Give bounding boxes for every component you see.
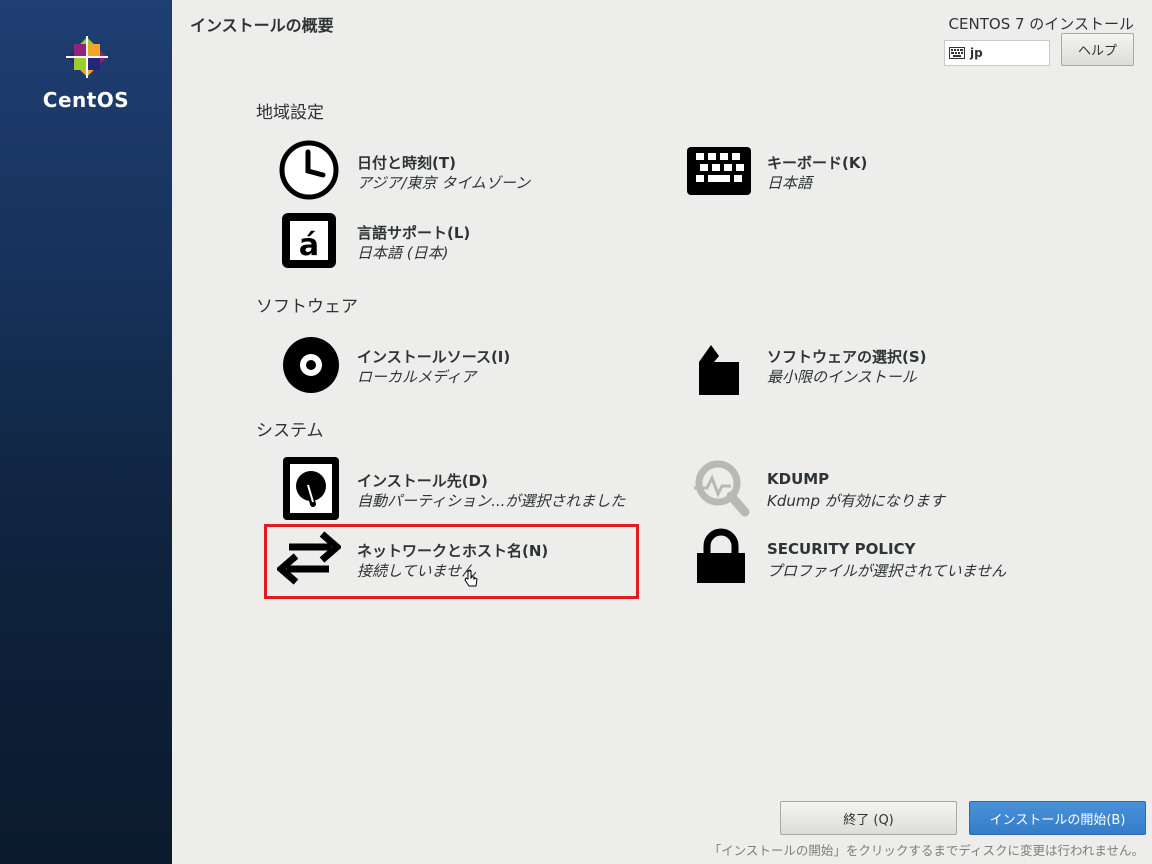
sidebar: CentOS [0, 0, 172, 864]
spoke-install-destination-title: インストール先(D) [357, 472, 488, 490]
kdump-search-icon [687, 456, 751, 520]
quit-button[interactable]: 終了 (Q) [780, 801, 957, 835]
spoke-install-source-title: インストールソース(I) [357, 348, 511, 366]
spoke-software-selection[interactable]: ソフトウェアの選択(S) 最小限のインストール [687, 332, 1047, 396]
spoke-language[interactable]: á 言語サポート(L) 日本語 (日本) [277, 208, 637, 272]
begin-installation-button[interactable]: インストールの開始(B) [969, 801, 1146, 835]
section-title-system: システム [256, 421, 324, 441]
logo-text: CentOS [42, 88, 130, 112]
spoke-keyboard-title: キーボード(K) [767, 154, 868, 172]
product-title: CENTOS 7 のインストール [948, 15, 1134, 33]
spoke-kdump-status: Kdump が有効になります [767, 492, 945, 510]
spoke-security-policy-status: プロファイルが選択されていません [767, 562, 1007, 580]
spoke-datetime-status: アジア/東京 タイムゾーン [357, 174, 531, 192]
spoke-language-title: 言語サポート(L) [357, 224, 471, 242]
spoke-software-selection-title: ソフトウェアの選択(S) [767, 348, 927, 366]
spoke-install-destination[interactable]: インストール先(D) 自動パーティション...が選択されました [277, 456, 637, 520]
spoke-kdump-title: KDUMP [767, 470, 830, 488]
package-icon [687, 332, 751, 396]
spoke-keyboard-status: 日本語 [767, 174, 813, 192]
spoke-install-destination-status: 自動パーティション...が選択されました [357, 492, 626, 510]
spoke-keyboard[interactable]: キーボード(K) 日本語 [687, 138, 1047, 202]
footer-note: 「インストールの開始」をクリックするまでディスクに変更は行われません。 [708, 843, 1144, 858]
keyboard-small-icon [949, 47, 965, 59]
clock-icon [277, 138, 341, 202]
centos-logo-icon [62, 32, 112, 82]
spoke-install-source[interactable]: インストールソース(I) ローカルメディア [277, 332, 637, 396]
spoke-datetime[interactable]: 日付と時刻(T) アジア/東京 タイムゾーン [277, 138, 637, 202]
spoke-software-selection-status: 最小限のインストール [767, 368, 917, 386]
svg-text:á: á [299, 228, 319, 263]
disc-icon [277, 332, 341, 396]
spoke-install-source-status: ローカルメディア [357, 368, 476, 386]
main-panel: インストールの概要 CENTOS 7 のインストール jp ヘルプ 地域設定 日… [172, 0, 1152, 864]
section-title-localization: 地域設定 [256, 103, 324, 123]
spoke-security-policy[interactable]: SECURITY POLICY プロファイルが選択されていません [687, 526, 1047, 590]
spoke-datetime-title: 日付と時刻(T) [357, 154, 456, 172]
spoke-kdump[interactable]: KDUMP Kdump が有効になります [687, 456, 1047, 520]
keyboard-layout-label: jp [970, 46, 983, 60]
lock-icon [687, 526, 751, 590]
section-title-software: ソフトウェア [256, 297, 358, 317]
help-button[interactable]: ヘルプ [1061, 33, 1134, 66]
keyboard-layout-indicator[interactable]: jp [944, 40, 1050, 66]
language-icon: á [277, 208, 341, 272]
spoke-security-policy-title: SECURITY POLICY [767, 540, 916, 558]
page-title: インストールの概要 [190, 16, 334, 35]
spoke-language-status: 日本語 (日本) [357, 244, 449, 262]
hand-cursor-icon [464, 570, 478, 592]
harddisk-icon [277, 456, 341, 520]
highlight-box [264, 524, 639, 599]
keyboard-icon [687, 138, 751, 202]
